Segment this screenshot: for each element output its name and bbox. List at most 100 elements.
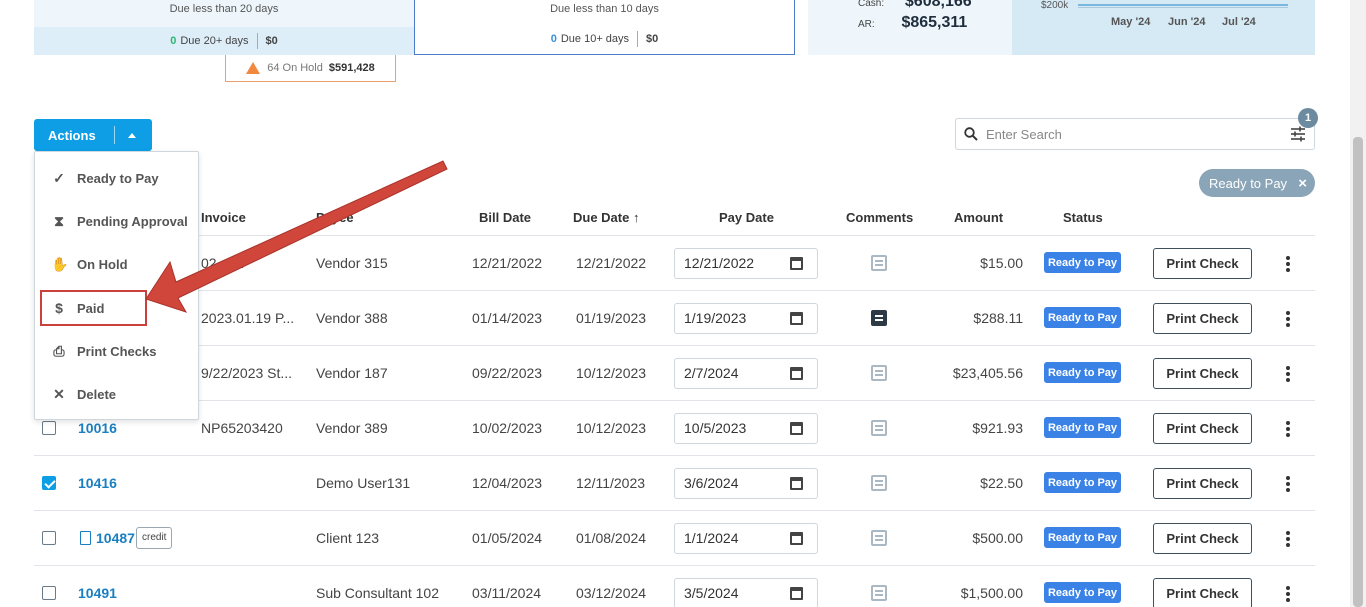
more-options-icon[interactable] xyxy=(1286,256,1290,272)
col-payee[interactable]: Payee xyxy=(316,210,354,225)
payee-cell: Vendor 388 xyxy=(316,310,388,326)
print-check-button[interactable]: Print Check xyxy=(1153,578,1252,607)
invoice-cell: 9/22/2023 St... xyxy=(201,365,293,381)
caret-up-icon xyxy=(128,132,136,138)
due-20-subtitle: Due less than 20 days xyxy=(169,3,279,15)
status-badge: Ready to Pay xyxy=(1044,362,1121,383)
col-comments[interactable]: Comments xyxy=(846,210,913,225)
amount-cell: $1,500.00 xyxy=(960,585,1023,601)
calendar-icon[interactable] xyxy=(790,422,803,435)
comment-icon[interactable] xyxy=(871,255,887,271)
chip-close-icon[interactable]: × xyxy=(1298,175,1307,192)
pay-date-input[interactable]: 10/5/2023 xyxy=(674,413,818,444)
calendar-icon[interactable] xyxy=(790,477,803,490)
print-check-button[interactable]: Print Check xyxy=(1153,468,1252,499)
bill-id-link[interactable]: 10491 xyxy=(78,585,117,601)
pay-date-input[interactable]: 1/19/2023 xyxy=(674,303,818,334)
comment-icon[interactable] xyxy=(871,310,887,326)
invoice-cell: 02...02 xyxy=(201,255,244,271)
search-box[interactable]: Enter Search xyxy=(955,118,1315,150)
more-options-icon[interactable] xyxy=(1286,421,1290,437)
more-options-icon[interactable] xyxy=(1286,366,1290,382)
bill-date-cell: 01/05/2024 xyxy=(472,530,543,546)
search-icon xyxy=(964,127,978,141)
amount-cell: $288.11 xyxy=(973,310,1023,326)
comment-icon[interactable] xyxy=(871,475,887,491)
filter-chip-ready-to-pay[interactable]: Ready to Pay × xyxy=(1199,169,1315,197)
menu-item-on-hold[interactable]: ✋ On Hold xyxy=(35,249,198,279)
actions-button[interactable]: Actions xyxy=(34,119,152,151)
col-status[interactable]: Status xyxy=(1063,210,1103,225)
due-date-cell: 10/12/2023 xyxy=(576,365,647,381)
more-options-icon[interactable] xyxy=(1286,531,1290,547)
print-check-button[interactable]: Print Check xyxy=(1153,523,1252,554)
calendar-icon[interactable] xyxy=(790,587,803,600)
scrollbar-thumb[interactable] xyxy=(1353,137,1363,607)
chart-x-tick: Jul '24 xyxy=(1222,16,1256,28)
payee-cell: Sub Consultant 102 xyxy=(316,585,439,601)
print-check-button[interactable]: Print Check xyxy=(1153,248,1252,279)
col-amount[interactable]: Amount xyxy=(954,210,1003,225)
more-options-icon[interactable] xyxy=(1286,476,1290,492)
pay-date-input[interactable]: 3/5/2024 xyxy=(674,578,818,607)
pay-date-input[interactable]: 12/21/2022 xyxy=(674,248,818,279)
row-checkbox[interactable] xyxy=(42,476,56,490)
calendar-icon[interactable] xyxy=(790,257,803,270)
pay-date-input[interactable]: 2/7/2024 xyxy=(674,358,818,389)
due-10-card[interactable]: Due less than 10 days 0 Due 10+ days $0 xyxy=(414,0,795,55)
due-10-label: Due 10+ days xyxy=(560,33,630,45)
filter-icon[interactable] xyxy=(1290,126,1306,142)
due-10-subtitle: Due less than 10 days xyxy=(550,3,659,15)
status-badge: Ready to Pay xyxy=(1044,527,1121,548)
pay-date-input[interactable]: 3/6/2024 xyxy=(674,468,818,499)
row-checkbox[interactable] xyxy=(42,421,56,435)
bill-date-cell: 12/04/2023 xyxy=(472,475,543,491)
bill-date-cell: 01/14/2023 xyxy=(472,310,543,326)
menu-item-print-checks[interactable]: ⎙ Print Checks xyxy=(35,336,198,366)
amount-cell: $23,405.56 xyxy=(952,365,1023,381)
row-checkbox[interactable] xyxy=(42,586,56,600)
filter-count-badge: 1 xyxy=(1298,108,1318,128)
payee-cell: Vendor 187 xyxy=(316,365,388,381)
menu-item-pending-approval[interactable]: ⧗ Pending Approval xyxy=(35,206,198,236)
comment-icon[interactable] xyxy=(871,420,887,436)
col-bill-date[interactable]: Bill Date xyxy=(479,210,531,225)
bill-id-link[interactable]: 10487 xyxy=(96,530,135,546)
more-options-icon[interactable] xyxy=(1286,311,1290,327)
payee-cell: Vendor 389 xyxy=(316,420,388,436)
payee-cell: Demo User131 xyxy=(316,475,411,491)
col-due-date[interactable]: Due Date ↑ xyxy=(573,210,639,225)
menu-item-delete[interactable]: ✕ Delete xyxy=(35,379,198,409)
comment-icon[interactable] xyxy=(871,585,887,601)
on-hold-label: 64 On Hold xyxy=(267,62,323,74)
calendar-icon[interactable] xyxy=(790,367,803,380)
bill-id-link[interactable]: 10416 xyxy=(78,475,117,491)
bill-date-cell: 03/11/2024 xyxy=(472,585,542,601)
print-check-button[interactable]: Print Check xyxy=(1153,413,1252,444)
menu-item-ready-to-pay[interactable]: ✓ Ready to Pay xyxy=(35,163,198,193)
filter-chip-label: Ready to Pay xyxy=(1209,175,1288,191)
pay-date-input[interactable]: 1/1/2024 xyxy=(674,523,818,554)
more-options-icon[interactable] xyxy=(1286,586,1290,602)
row-checkbox[interactable] xyxy=(42,531,56,545)
calendar-icon[interactable] xyxy=(790,312,803,325)
comment-icon[interactable] xyxy=(871,365,887,381)
due-20-footer: 0 Due 20+ days $0 xyxy=(34,27,414,55)
bill-id-link[interactable]: 10016 xyxy=(78,420,117,436)
due-20-count: 0 xyxy=(170,35,177,47)
calendar-icon[interactable] xyxy=(790,532,803,545)
table-row: 10416 Demo User131 12/04/2023 12/11/2023 3/6… xyxy=(0,456,1366,511)
print-check-button[interactable]: Print Check xyxy=(1153,358,1252,389)
hand-icon: ✋ xyxy=(51,255,69,272)
close-icon: ✕ xyxy=(53,385,65,402)
comment-icon[interactable] xyxy=(871,530,887,546)
scrollbar[interactable] xyxy=(1350,0,1366,607)
cash-flow-chart: $200k May '24 Jun '24 Jul '24 xyxy=(1012,0,1315,55)
due-date-cell: 01/19/2023 xyxy=(576,310,647,326)
col-invoice[interactable]: Invoice xyxy=(201,210,246,225)
on-hold-summary[interactable]: 64 On Hold $591,428 xyxy=(225,55,396,82)
amount-cell: $921.93 xyxy=(972,420,1023,436)
col-pay-date[interactable]: Pay Date xyxy=(719,210,774,225)
due-date-cell: 12/11/2023 xyxy=(576,475,646,491)
print-check-button[interactable]: Print Check xyxy=(1153,303,1252,334)
